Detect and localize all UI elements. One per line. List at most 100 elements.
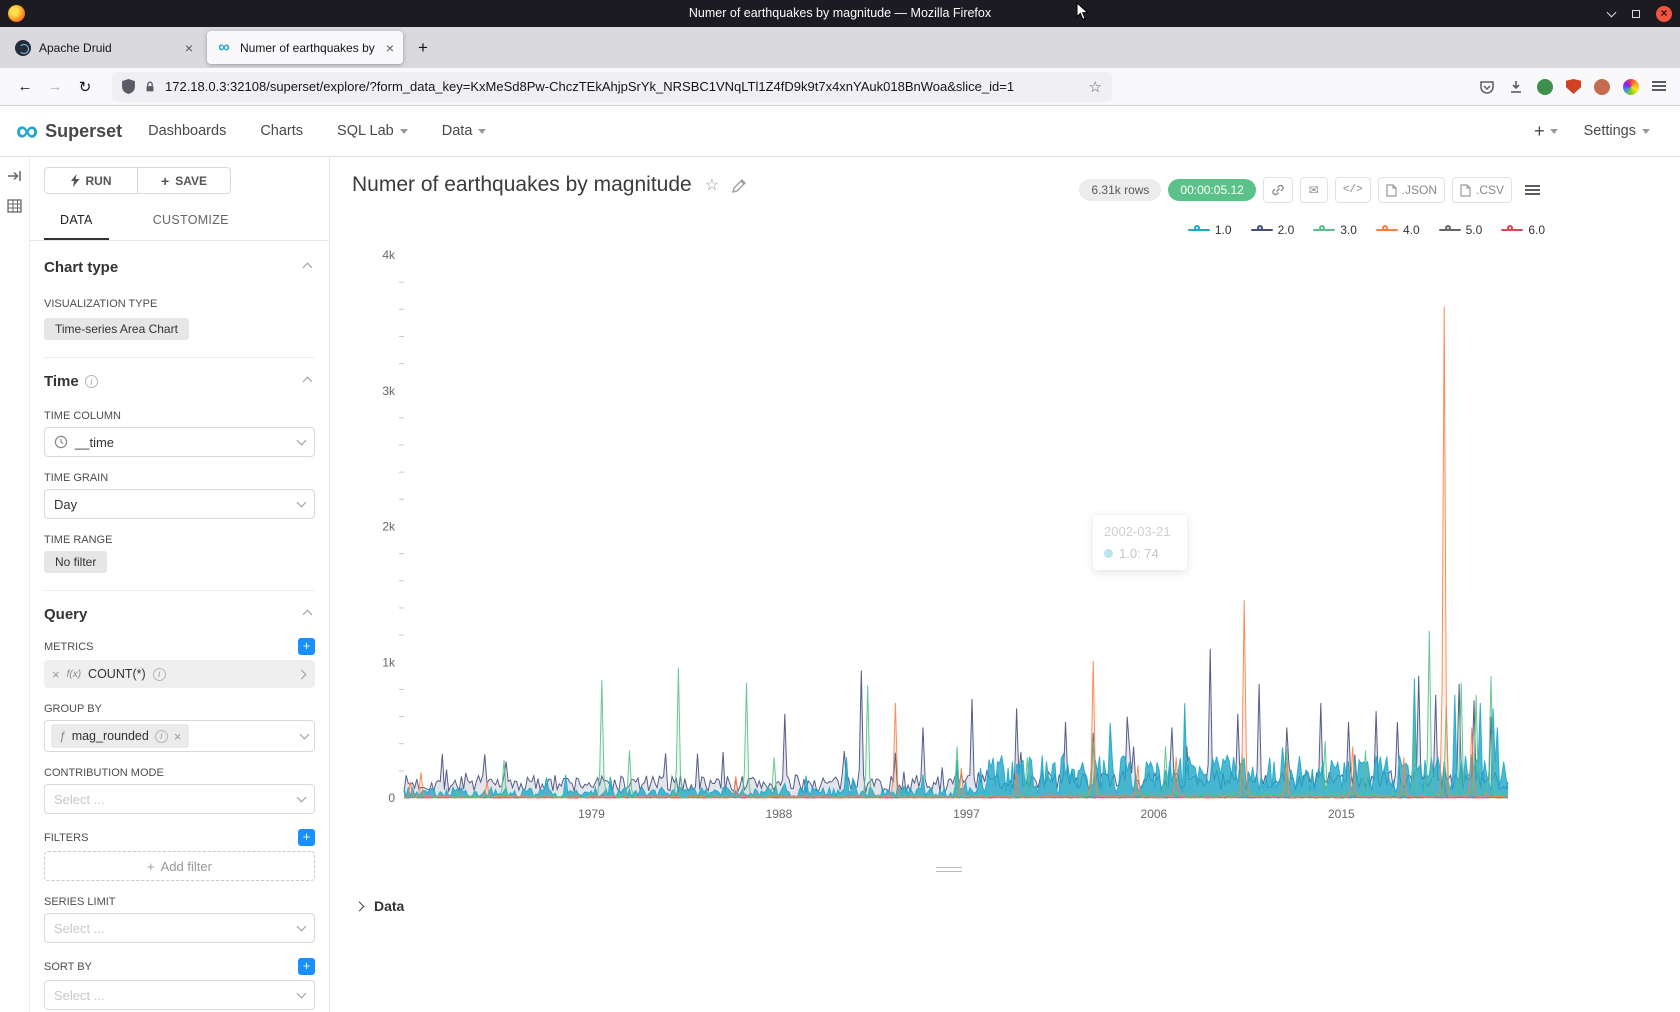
- save-button[interactable]: + SAVE: [138, 167, 231, 194]
- svg-text:1997: 1997: [953, 807, 980, 821]
- nav-sql-lab[interactable]: SQL Lab: [337, 123, 408, 139]
- time-column-select[interactable]: __time: [44, 427, 315, 457]
- group-by-chip[interactable]: ƒ mag_rounded i ×: [51, 724, 189, 748]
- favorite-star-icon[interactable]: ☆: [705, 175, 719, 195]
- nav-data[interactable]: Data: [442, 123, 487, 139]
- new-item-button[interactable]: +: [1534, 121, 1558, 142]
- downloads-icon[interactable]: [1508, 79, 1524, 95]
- email-link-button[interactable]: ✉: [1300, 177, 1328, 203]
- tab-label: Apache Druid: [39, 41, 179, 55]
- legend-item-5.0[interactable]: 5.0: [1439, 223, 1483, 237]
- timeseries-area-chart[interactable]: 01k2k3k4k19791988199720062015: [348, 245, 1520, 830]
- browser-menu-icon[interactable]: [1652, 78, 1666, 96]
- add-filter-dropzone[interactable]: + Add filter: [44, 851, 315, 881]
- clock-icon: [54, 435, 68, 449]
- time-range-label: TIME RANGE: [44, 534, 315, 546]
- tab-customize[interactable]: CUSTOMIZE: [137, 204, 245, 240]
- section-time[interactable]: Time i: [44, 373, 315, 390]
- embed-code-button[interactable]: </>: [1335, 177, 1371, 203]
- reload-button[interactable]: ↻: [70, 73, 100, 101]
- tab-superset-chart[interactable]: ∞ Numer of earthquakes by ×: [207, 31, 403, 64]
- code-icon: </>: [1343, 184, 1363, 196]
- time-range-chip[interactable]: No filter: [44, 551, 107, 573]
- new-tab-button[interactable]: +: [408, 36, 438, 60]
- chart-area: Numer of earthquakes by magnitude ☆ 6.31…: [330, 157, 1680, 1012]
- sort-by-label: SORT BY +: [44, 958, 315, 975]
- ublock-shield-icon[interactable]: [1566, 79, 1581, 94]
- legend-item-1.0[interactable]: 1.0: [1188, 223, 1232, 237]
- bookmark-star-icon[interactable]: ☆: [1089, 78, 1102, 96]
- series-limit-select[interactable]: Select ...: [44, 913, 315, 943]
- window-minimize-icon[interactable]: [1606, 9, 1616, 19]
- tab-data[interactable]: DATA: [44, 204, 109, 240]
- contribution-mode-label: CONTRIBUTION MODE: [44, 767, 315, 779]
- export-json-button[interactable]: .JSON: [1378, 177, 1445, 203]
- chevron-down-icon: [297, 922, 307, 932]
- metric-chip[interactable]: × f(x) COUNT(*) i: [44, 660, 315, 688]
- extension-avatar-icon[interactable]: [1594, 79, 1610, 95]
- pocket-icon[interactable]: [1479, 79, 1495, 95]
- expand-data-icon: [355, 901, 365, 911]
- export-csv-button[interactable]: .CSV: [1452, 177, 1512, 203]
- add-filter-plus-button[interactable]: +: [298, 829, 315, 846]
- expand-datasource-panel-icon[interactable]: [7, 169, 22, 183]
- legend-label: 3.0: [1340, 223, 1357, 237]
- run-button[interactable]: RUN: [44, 167, 138, 194]
- chevron-right-icon[interactable]: [297, 669, 307, 679]
- remove-column-icon[interactable]: ×: [174, 729, 182, 744]
- edit-title-icon[interactable]: [732, 178, 747, 193]
- save-label: SAVE: [175, 174, 207, 188]
- add-sort-by-button[interactable]: +: [298, 958, 315, 975]
- resize-handle[interactable]: [936, 864, 962, 872]
- window-close-icon[interactable]: ×: [1656, 6, 1672, 22]
- link-icon: [1271, 183, 1285, 197]
- superset-favicon-icon: ∞: [216, 40, 232, 56]
- legend-label: 6.0: [1528, 223, 1545, 237]
- legend-item-3.0[interactable]: 3.0: [1313, 223, 1357, 237]
- select-placeholder: Select ...: [54, 792, 105, 807]
- plus-icon: +: [147, 859, 155, 874]
- back-button[interactable]: ←: [10, 73, 40, 101]
- time-grain-select[interactable]: Day: [44, 489, 315, 519]
- control-panel: RUN + SAVE DATA CUSTOMIZE Chart type VIS…: [30, 157, 330, 1012]
- legend-item-6.0[interactable]: 6.0: [1501, 223, 1545, 237]
- viz-type-chip[interactable]: Time-series Area Chart: [44, 318, 189, 340]
- viz-type-label: VISUALIZATION TYPE: [44, 298, 315, 310]
- nav-charts[interactable]: Charts: [260, 123, 303, 139]
- group-by-select[interactable]: ƒ mag_rounded i ×: [44, 720, 315, 752]
- settings-menu[interactable]: Settings: [1584, 123, 1650, 139]
- caret-down-icon: [400, 129, 408, 134]
- file-icon: [1460, 184, 1471, 197]
- tab-close-icon[interactable]: ×: [185, 41, 193, 55]
- connection-lock-icon[interactable]: [143, 80, 157, 94]
- url-text[interactable]: 172.18.0.3:32108/superset/explore/?form_…: [165, 79, 1081, 94]
- nav-dashboards[interactable]: Dashboards: [148, 123, 226, 139]
- add-metric-button[interactable]: +: [298, 638, 315, 655]
- filters-label: FILTERS +: [44, 829, 315, 846]
- row-count-badge: 6.31k rows: [1079, 179, 1161, 201]
- copy-link-button[interactable]: [1263, 177, 1293, 203]
- info-icon: i: [155, 730, 168, 743]
- tab-close-icon[interactable]: ×: [386, 41, 394, 55]
- add-filter-label: Add filter: [161, 859, 212, 874]
- contribution-mode-select[interactable]: Select ...: [44, 784, 315, 814]
- forward-button[interactable]: →: [40, 73, 70, 101]
- url-bar[interactable]: 172.18.0.3:32108/superset/explore/?form_…: [112, 72, 1112, 102]
- tab-apache-druid[interactable]: Apache Druid ×: [6, 31, 202, 64]
- window-maximize-icon[interactable]: [1632, 10, 1640, 18]
- sort-by-select[interactable]: Select ...: [44, 980, 315, 1010]
- legend-label: 4.0: [1403, 223, 1420, 237]
- extension-green-icon[interactable]: [1537, 79, 1553, 95]
- section-query[interactable]: Query: [44, 606, 315, 623]
- remove-metric-icon[interactable]: ×: [52, 667, 60, 682]
- legend-item-2.0[interactable]: 2.0: [1251, 223, 1295, 237]
- superset-logo[interactable]: ∞ Superset: [16, 117, 122, 145]
- window-titlebar: Numer of earthquakes by magnitude — Mozi…: [0, 0, 1680, 27]
- extension-pinwheel-icon[interactable]: [1623, 79, 1639, 95]
- tracking-shield-icon[interactable]: [122, 79, 135, 94]
- section-chart-type[interactable]: Chart type: [44, 259, 315, 276]
- chart-menu-button[interactable]: [1519, 177, 1545, 203]
- legend-item-4.0[interactable]: 4.0: [1376, 223, 1420, 237]
- data-panel-header[interactable]: Data: [330, 884, 1680, 914]
- dataset-grid-icon[interactable]: [7, 199, 22, 213]
